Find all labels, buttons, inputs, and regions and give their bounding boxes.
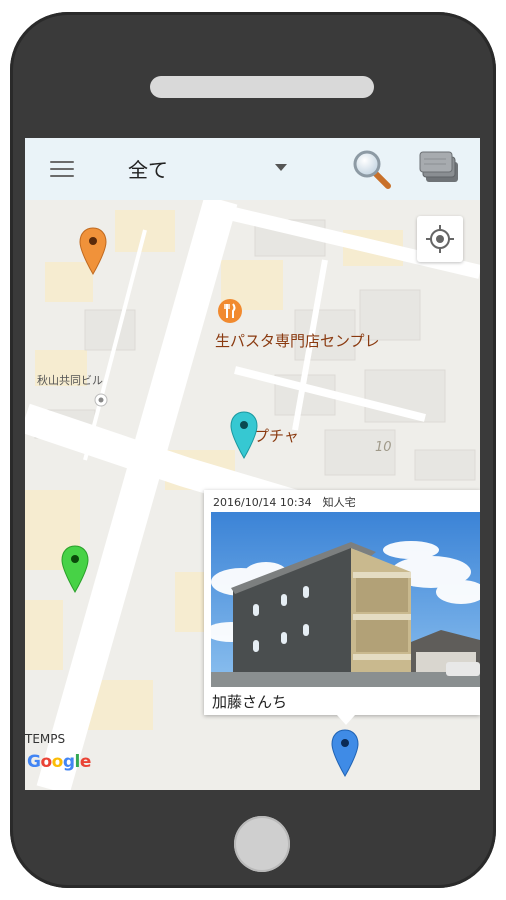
restaurant-poi-icon[interactable] <box>217 298 243 324</box>
search-icon[interactable] <box>350 148 392 190</box>
app-screen: 全て 生パスタ専門店センプレ ラプチャ 秋山共同ビル 10 2016/10/14… <box>25 138 480 790</box>
category-filter-label[interactable]: 全て <box>128 154 168 183</box>
google-logo: Google <box>27 752 91 772</box>
app-bar: 全て <box>25 138 480 201</box>
layers-icon[interactable] <box>418 148 464 188</box>
address-number-label: 10 <box>375 440 392 455</box>
map-marker-orange[interactable] <box>78 226 108 276</box>
phone-home-button[interactable] <box>234 816 290 872</box>
info-window-photo[interactable] <box>211 512 480 687</box>
map-marker-cyan[interactable] <box>229 410 259 460</box>
info-window-title: 加藤さんち <box>212 693 288 711</box>
phone-speaker <box>150 76 374 98</box>
map-attribution-temps: TEMPS <box>25 732 66 746</box>
info-window-meta: 2016/10/14 10:34 知人宅 <box>213 496 356 509</box>
map-view[interactable]: 生パスタ専門店センプレ ラプチャ 秋山共同ビル 10 2016/10/14 10… <box>25 200 480 790</box>
hamburger-menu-icon[interactable] <box>50 161 74 179</box>
chevron-down-icon[interactable] <box>275 164 287 171</box>
building-label: 秋山共同ビル <box>37 374 103 387</box>
info-window-pointer <box>337 715 355 725</box>
poi-label-pasta-restaurant[interactable]: 生パスタ専門店センプレ <box>215 330 380 351</box>
marker-info-window[interactable]: 2016/10/14 10:34 知人宅 加藤さんち <box>204 490 480 715</box>
map-marker-green[interactable] <box>60 544 90 594</box>
my-location-button[interactable] <box>417 216 463 262</box>
map-marker-blue[interactable] <box>330 728 360 778</box>
apartment-building-photo <box>211 512 480 687</box>
crosshair-locate-icon <box>426 225 454 253</box>
